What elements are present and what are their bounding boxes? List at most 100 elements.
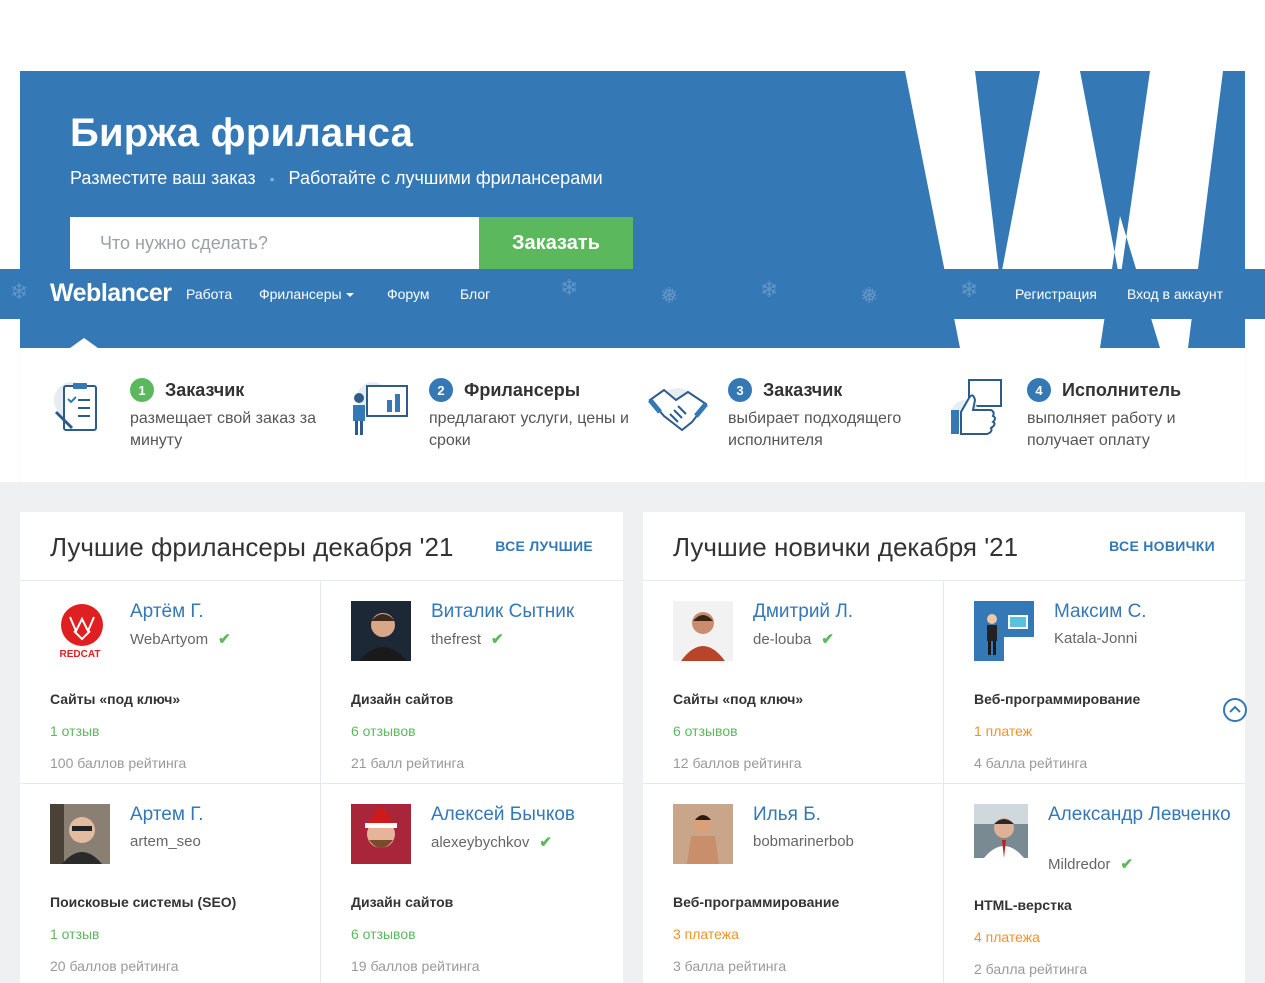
freelancer-name[interactable]: Александр Левченко bbox=[1048, 804, 1231, 826]
steps-pointer bbox=[70, 338, 98, 348]
freelancer-reviews[interactable]: 1 отзыв bbox=[50, 723, 100, 739]
avatar[interactable] bbox=[974, 601, 1034, 661]
freelancer-reviews[interactable]: 6 отзывов bbox=[673, 723, 738, 739]
step-description: выбирает подходящего исполнителя bbox=[728, 410, 902, 449]
login-text: WebArtyom bbox=[130, 630, 209, 648]
avatar[interactable] bbox=[351, 601, 411, 661]
bullet-icon: • bbox=[269, 170, 275, 187]
freelancer-login: WebArtyom ✔ bbox=[130, 630, 231, 649]
user-photo-icon bbox=[673, 601, 733, 661]
order-button[interactable]: Заказать bbox=[479, 217, 633, 269]
freelancer-category[interactable]: Веб-программирование bbox=[974, 691, 1140, 707]
avatar[interactable]: REDCAT bbox=[50, 601, 110, 661]
divider bbox=[943, 580, 944, 983]
hero-subtitle-work: Работайте с лучшими фрилансерами bbox=[288, 168, 603, 188]
step-title: Заказчик bbox=[763, 379, 843, 400]
divider bbox=[643, 783, 1245, 784]
avatar[interactable] bbox=[673, 804, 733, 864]
step-title: Заказчик bbox=[165, 379, 245, 400]
login-link[interactable]: Вход в аккаунт bbox=[1127, 286, 1223, 302]
nav-item-freelancers-label: Фрилансеры bbox=[259, 286, 342, 302]
verified-check-icon: ✔ bbox=[821, 631, 834, 648]
freelancer-name[interactable]: Виталик Сытник bbox=[431, 601, 574, 623]
snowflake-icon: ❅ bbox=[860, 283, 879, 308]
hero-subtitle: Разместите ваш заказ • Работайте с лучши… bbox=[70, 168, 603, 189]
freelancer-name[interactable]: Алексей Бычков bbox=[431, 804, 575, 826]
freelancer-name[interactable]: Максим С. bbox=[1054, 601, 1147, 623]
freelancer-reviews[interactable]: 1 отзыв bbox=[50, 926, 100, 942]
snowflake-icon: ❅ bbox=[660, 283, 679, 308]
scroll-to-top-button[interactable] bbox=[1223, 698, 1247, 722]
avatar[interactable] bbox=[673, 601, 733, 661]
login-text: alexeybychkov bbox=[431, 833, 530, 851]
snowflake-icon: ❄ bbox=[560, 275, 579, 300]
nav-item-forum[interactable]: Форум bbox=[387, 286, 430, 302]
register-link[interactable]: Регистрация bbox=[1015, 286, 1097, 302]
freelancer-category[interactable]: Дизайн сайтов bbox=[351, 894, 453, 910]
user-photo-icon bbox=[351, 804, 411, 864]
freelancer-rating: 19 баллов рейтинга bbox=[351, 958, 480, 974]
freelancer-payments[interactable]: 3 платежа bbox=[673, 926, 739, 942]
avatar[interactable] bbox=[351, 804, 411, 864]
snowflake-icon: ❄ bbox=[760, 277, 779, 302]
freelancer-category[interactable]: Сайты «под ключ» bbox=[673, 691, 803, 707]
avatar[interactable] bbox=[50, 804, 110, 864]
avatar[interactable] bbox=[974, 804, 1028, 858]
nav-item-blog[interactable]: Блог bbox=[460, 286, 490, 302]
weblancer-logo[interactable]: Weblancer bbox=[50, 279, 172, 308]
chevron-up-icon bbox=[1229, 705, 1241, 713]
freelancer-name[interactable]: Артем Г. bbox=[130, 804, 203, 826]
verified-check-icon: ✔ bbox=[1120, 856, 1134, 873]
nav-item-freelancers[interactable]: Фрилансеры bbox=[259, 286, 354, 302]
freelancer-login: artem_seo bbox=[130, 833, 201, 850]
freelancer-rating: 4 балла рейтинга bbox=[974, 755, 1088, 771]
freelancer-category[interactable]: Поисковые системы (SEO) bbox=[50, 894, 236, 910]
hero-subtitle-post: Разместите ваш заказ bbox=[70, 168, 256, 188]
freelancer-rating: 100 баллов рейтинга bbox=[50, 755, 187, 771]
how-it-works: 1 Заказчик размещает свой заказ за минут… bbox=[20, 348, 1245, 482]
step-number: 4 bbox=[1027, 378, 1051, 402]
snowflake-icon: ❄ bbox=[960, 277, 979, 302]
step-title: Фрилансеры bbox=[464, 379, 581, 400]
login-text: artem_seo bbox=[130, 833, 201, 850]
clipboard-icon bbox=[54, 382, 97, 431]
hero-title: Биржа фриланса bbox=[70, 111, 414, 155]
freelancer-category[interactable]: Сайты «под ключ» bbox=[50, 691, 180, 707]
all-newbies-link[interactable]: ВСЕ НОВИЧКИ bbox=[1109, 538, 1215, 554]
step-number: 1 bbox=[130, 378, 154, 402]
freelancer-rating: 3 балла рейтинга bbox=[673, 958, 787, 974]
login-text: Katala-Jonni bbox=[1054, 630, 1138, 647]
divider bbox=[643, 580, 1245, 581]
step-number: 3 bbox=[728, 378, 752, 402]
freelancer-category[interactable]: HTML-верстка bbox=[974, 897, 1072, 913]
verified-check-icon: ✔ bbox=[539, 834, 552, 851]
best-newbies-panel: Лучшие новички декабря '21 ВСЕ НОВИЧКИ Д… bbox=[643, 512, 1245, 983]
handshake-icon bbox=[648, 388, 708, 432]
verified-check-icon: ✔ bbox=[491, 631, 504, 648]
freelancer-name[interactable]: Дмитрий Л. bbox=[753, 601, 853, 623]
redcat-logo-icon: REDCAT bbox=[50, 601, 110, 661]
login-text: Mildredor bbox=[1048, 855, 1111, 873]
freelancer-category[interactable]: Веб-программирование bbox=[673, 894, 839, 910]
freelancer-name[interactable]: Илья Б. bbox=[753, 804, 821, 826]
nav-item-work[interactable]: Работа bbox=[186, 286, 232, 302]
step-description: выполняет работу и получает оплату bbox=[1027, 410, 1176, 449]
panel-title: Лучшие новички декабря '21 bbox=[673, 532, 1019, 562]
freelancer-rating: 20 баллов рейтинга bbox=[50, 958, 179, 974]
freelancer-payments[interactable]: 1 платеж bbox=[974, 723, 1032, 739]
freelancer-category[interactable]: Дизайн сайтов bbox=[351, 691, 453, 707]
panel-title: Лучшие фрилансеры декабря '21 bbox=[50, 532, 454, 562]
snowflake-icon: ❄ bbox=[10, 279, 29, 304]
all-best-link[interactable]: ВСЕ ЛУЧШИЕ bbox=[495, 538, 593, 554]
freelancer-reviews[interactable]: 6 отзывов bbox=[351, 723, 416, 739]
freelancer-name[interactable]: Артём Г. bbox=[130, 601, 204, 623]
freelancer-rating: 2 балла рейтинга bbox=[974, 961, 1088, 977]
task-search-input[interactable] bbox=[70, 217, 479, 269]
freelancer-reviews[interactable]: 6 отзывов bbox=[351, 926, 416, 942]
thumbs-up-icon bbox=[951, 379, 1002, 435]
divider bbox=[20, 783, 623, 784]
redcat-logo-text: REDCAT bbox=[60, 649, 101, 660]
freelancer-payments[interactable]: 4 платежа bbox=[974, 929, 1040, 945]
freelancer-login: bobmarinerbob bbox=[753, 833, 854, 850]
user-photo-icon bbox=[50, 804, 110, 864]
